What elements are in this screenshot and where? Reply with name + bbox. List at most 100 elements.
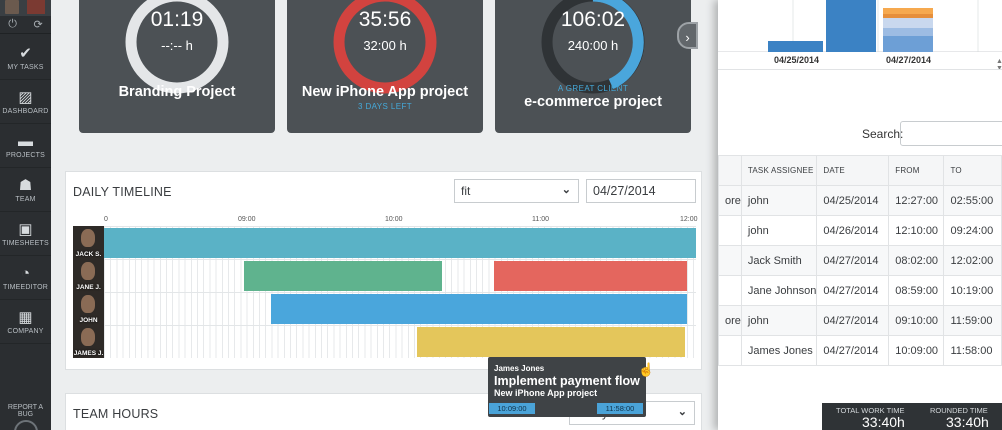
people-icon: ☗: [18, 177, 33, 194]
project-card[interactable]: 106:02 240:00 h A GREAT CLIENT e-commerc…: [495, 0, 691, 133]
project-note: A GREAT CLIENT: [557, 84, 629, 93]
table-header: TASK ASSIGNEE DATE FROM TO: [718, 155, 1002, 186]
power-icon[interactable]: ⏻: [8, 18, 17, 31]
timeline-bar[interactable]: [271, 294, 687, 324]
report-panel: 04/25/2014 04/27/2014 ▲ ▼ Search: TASK AS…: [718, 0, 1002, 430]
sidebar-item-timeeditor[interactable]: ◔ TIMEEDITOR: [0, 256, 51, 300]
timeline-row: [104, 226, 696, 259]
table-row[interactable]: Jack Smith 04/27/2014 08:02:00 12:02:00: [718, 245, 1002, 276]
sidebar-item-my-tasks[interactable]: ✔ MY TASKS: [0, 36, 51, 80]
zoom-select[interactable]: fit ⌄: [454, 179, 579, 203]
table-cell: 08:02:00: [888, 245, 945, 276]
project-note: 3 DAYS LEFT: [357, 102, 413, 111]
table-cell: [718, 275, 742, 306]
axis-tick: 09:00: [238, 216, 256, 223]
timeline-bar[interactable]: [417, 327, 685, 357]
timeline-bar[interactable]: [244, 261, 442, 291]
total-value: 33:40h: [862, 414, 905, 430]
chart-bar: [768, 41, 823, 52]
timeline-bar[interactable]: [494, 261, 687, 291]
sidebar: ⏻ ⟳ ✔ MY TASKS ▨ DASHBOARD ▬ PROJECTS ☗ …: [0, 0, 51, 430]
date-input[interactable]: 04/27/2014: [586, 179, 696, 203]
table-cell: 04/26/2014: [816, 215, 890, 246]
user-avatar[interactable]: [0, 0, 51, 16]
tooltip-person: James Jones: [494, 364, 545, 373]
project-title: e-commerce project: [524, 94, 662, 110]
chart-bar: [883, 28, 933, 36]
hours-chart: [718, 0, 1002, 52]
chart-bar: [883, 18, 933, 28]
chevron-down-icon: ⌄: [677, 406, 687, 418]
timeline-row: [104, 259, 696, 292]
table-cell: 09:24:00: [943, 215, 1002, 246]
avatar: JAMES J.: [73, 325, 104, 358]
search-label: Search:: [862, 127, 904, 141]
refresh-icon[interactable]: ⟳: [34, 18, 43, 31]
table-header-cell[interactable]: [718, 155, 742, 186]
axis-tick: 12:00: [680, 216, 698, 223]
checkmark-icon: ✔: [19, 45, 32, 62]
axis-tick: 04/27/2014: [886, 55, 932, 65]
sidebar-item-team[interactable]: ☗ TEAM: [0, 168, 51, 212]
avatar: JANE J.: [73, 259, 104, 292]
help-icon[interactable]: [14, 420, 38, 430]
table-header-cell[interactable]: TO: [943, 155, 1002, 186]
search-input[interactable]: [900, 121, 1002, 146]
folder-icon: ▬: [18, 133, 33, 150]
sidebar-item-dashboard[interactable]: ▨ DASHBOARD: [0, 80, 51, 124]
table-cell: Jack Smith: [740, 245, 818, 276]
chart-bar: [883, 14, 933, 18]
table-cell: [718, 335, 742, 366]
sidebar-item-label: DASHBOARD: [2, 108, 49, 115]
project-title: New iPhone App project: [301, 84, 469, 100]
sidebar-item-label: TIMESHEETS: [2, 240, 49, 247]
table-cell: 10:09:00: [888, 335, 945, 366]
sidebar-item-timesheets[interactable]: ▣ TIMESHEETS: [0, 212, 51, 256]
table-cell: 12:02:00: [943, 245, 1002, 276]
table-cell: john: [740, 215, 818, 246]
axis-tick: 11:00: [532, 216, 549, 223]
chart-bar: [883, 8, 933, 14]
table-cell: 09:10:00: [888, 305, 945, 336]
project-card[interactable]: 01:19 --:-- h Branding Project: [79, 0, 275, 133]
table-cell: 02:55:00: [943, 185, 1002, 216]
table-row[interactable]: Jane Johnson 04/27/2014 08:59:00 10:19:0…: [718, 275, 1002, 306]
sidebar-item-label: TEAM: [15, 196, 36, 203]
timeline-row: [104, 325, 696, 358]
avatar: JACK S.: [73, 226, 104, 259]
table-header-cell[interactable]: DATE: [816, 155, 890, 186]
table-row[interactable]: ore john 04/27/2014 09:10:00 11:59:00: [718, 305, 1002, 336]
sidebar-toolbar: ⏻ ⟳: [0, 16, 51, 34]
row-person-name: JACK S.: [75, 251, 102, 258]
table-row[interactable]: john 04/26/2014 12:10:00 09:24:00: [718, 215, 1002, 246]
tracked-time: 35:56: [358, 8, 412, 31]
table-cell: 08:59:00: [888, 275, 945, 306]
table-row[interactable]: James Jones 04/27/2014 10:09:00 11:58:00: [718, 335, 1002, 366]
axis-tick: 0: [104, 216, 108, 223]
sidebar-item-company[interactable]: ▦ COMPANY: [0, 300, 51, 344]
budget-time: 32:00 h: [363, 38, 407, 53]
tooltip-start-time: 10:09:00: [489, 403, 535, 414]
tooltip-end-time: 11:58:00: [597, 403, 643, 414]
report-bug-link[interactable]: REPORT A BUG: [0, 404, 51, 418]
avatar: [5, 0, 19, 14]
table-header-cell[interactable]: FROM: [888, 155, 945, 186]
table-cell: 11:59:00: [943, 305, 1002, 336]
sidebar-item-label: COMPANY: [7, 328, 44, 335]
report-table: TASK ASSIGNEE DATE FROM TO ore john 04/2…: [718, 155, 1002, 366]
tracked-time: 01:19: [150, 8, 204, 31]
table-header-cell[interactable]: TASK ASSIGNEE: [740, 155, 818, 186]
timeline-tooltip: James Jones Implement payment flow New i…: [488, 357, 646, 417]
row-person-name: JAMES J.: [73, 350, 104, 357]
table-cell: 11:58:00: [943, 335, 1002, 366]
table-row[interactable]: ore john 04/25/2014 12:27:00 02:55:00: [718, 185, 1002, 216]
sidebar-item-projects[interactable]: ▬ PROJECTS: [0, 124, 51, 168]
next-arrow-icon[interactable]: ›: [677, 22, 698, 49]
row-person-name: JOHN: [79, 317, 98, 324]
timeline-bar[interactable]: [104, 228, 696, 258]
totals-bar: TOTAL WORK TIME 33:40h ROUNDED TIME 33:4…: [822, 403, 1002, 430]
zoom-value: fit: [461, 184, 471, 198]
tooltip-task: Implement payment flow: [494, 374, 640, 388]
project-card[interactable]: 35:56 32:00 h New iPhone App project 3 D…: [287, 0, 483, 133]
panel-title: TEAM HOURS: [73, 407, 159, 421]
